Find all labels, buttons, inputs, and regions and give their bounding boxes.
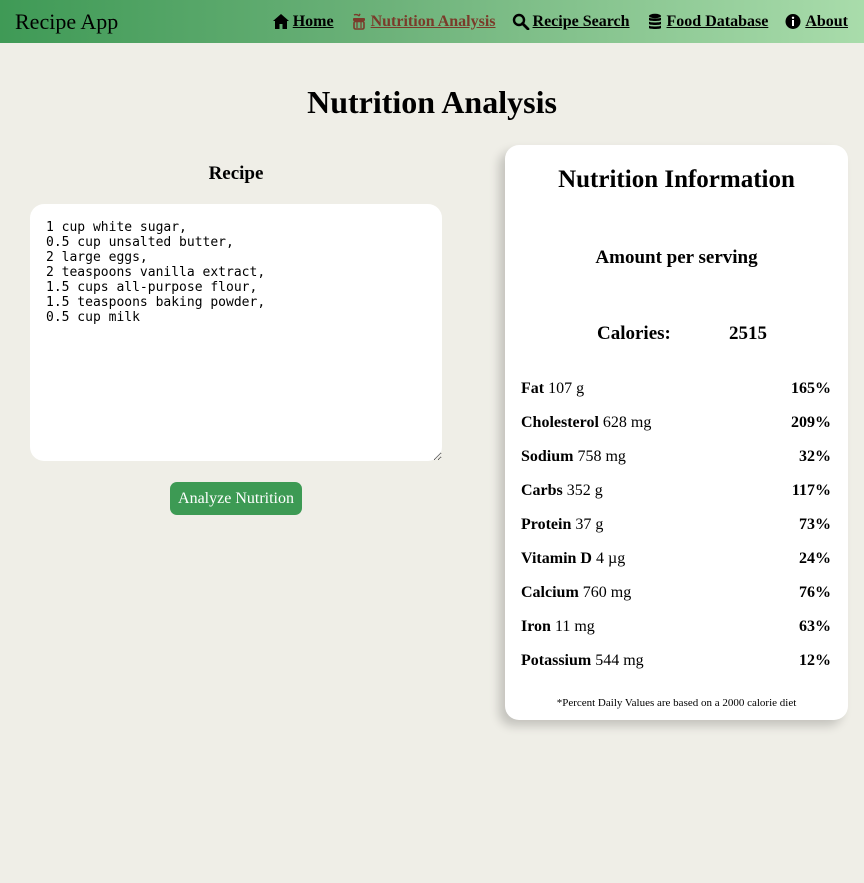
- nutrient-amount: 628 mg: [602, 414, 652, 431]
- nutrient-amount: 352 g: [566, 482, 603, 499]
- nutrient-amount: 758 mg: [577, 448, 626, 465]
- apple-icon: [350, 13, 368, 30]
- nutrient-name: Calcium: [521, 584, 579, 601]
- nutrient-daily-value: 76%: [799, 584, 831, 601]
- nutrient-amount: 760 mg: [582, 584, 632, 601]
- nutrient-list: Fat 107 g 165% Cholesterol 628 mg 209% S…: [521, 380, 831, 686]
- nutrient-amount: 107 g: [548, 380, 585, 397]
- nutrient-row: Protein 37 g 73%: [521, 516, 831, 550]
- daily-values-footnote: *Percent Daily Values are based on a 200…: [556, 697, 797, 709]
- nutrient-name: Cholesterol: [521, 414, 599, 431]
- nutrient-daily-value: 12%: [799, 652, 831, 669]
- calories-value: 2515: [729, 323, 767, 344]
- nav-link-label: Recipe Search: [532, 12, 630, 30]
- nav-link-recipe-search[interactable]: Recipe Search: [512, 13, 630, 31]
- nav-link-label: Food Database: [666, 12, 769, 30]
- nav-link-label: Home: [292, 12, 334, 30]
- serving-label: Amount per serving: [595, 247, 758, 268]
- navbar: Recipe App Home Nutrition Analysis Recip…: [0, 0, 864, 43]
- search-icon: [512, 13, 530, 30]
- info-icon: [784, 13, 802, 30]
- nutrition-card: Nutrition Information Amount per serving…: [505, 145, 848, 720]
- analyze-nutrition-button[interactable]: Analyze Nutrition: [170, 482, 302, 515]
- nutrient-row: Potassium 544 mg 12%: [521, 652, 831, 686]
- nav-link-label: About: [805, 12, 848, 30]
- nutrient-name: Carbs: [521, 482, 563, 499]
- nav-link-label: Nutrition Analysis: [370, 12, 496, 30]
- calories-label: Calories:: [597, 323, 671, 344]
- nutrient-name: Sodium: [521, 448, 574, 465]
- nav-link-about[interactable]: About: [784, 13, 848, 31]
- recipe-heading: Recipe: [208, 163, 264, 184]
- nutrient-name: Vitamin D: [521, 550, 592, 567]
- nav-link-food-database[interactable]: Food Database: [646, 12, 769, 31]
- nutrient-amount: 11 mg: [554, 618, 595, 635]
- nav-links: Home Nutrition Analysis Recipe Search Fo…: [272, 13, 848, 31]
- nutrient-daily-value: 63%: [799, 618, 831, 635]
- nutrient-daily-value: 73%: [799, 516, 831, 533]
- nutrient-row: Carbs 352 g 117%: [521, 482, 831, 516]
- nutrient-name: Fat: [521, 380, 545, 397]
- nutrient-daily-value: 117%: [791, 482, 831, 499]
- brand-logo[interactable]: Recipe App: [15, 9, 118, 35]
- nutrient-name: Iron: [521, 618, 551, 635]
- nutrient-amount: 4 µg: [595, 550, 626, 567]
- nav-link-nutrition-analysis[interactable]: Nutrition Analysis: [350, 13, 496, 31]
- nutrient-name: Potassium: [521, 652, 592, 669]
- nutrient-name: Protein: [521, 516, 572, 533]
- nutrient-amount: 37 g: [575, 516, 604, 533]
- nav-link-home[interactable]: Home: [272, 13, 334, 31]
- database-icon: [646, 13, 664, 30]
- nutrient-daily-value: 24%: [799, 550, 831, 567]
- nutrient-row: Sodium 758 mg 32%: [521, 448, 831, 482]
- calories-row: Calories: 2515: [597, 323, 767, 345]
- nutrient-row: Calcium 760 mg 76%: [521, 584, 831, 618]
- nutrition-title: Nutrition Information: [558, 166, 795, 193]
- page-title: Nutrition Analysis: [307, 84, 557, 120]
- nutrient-daily-value: 32%: [799, 448, 831, 465]
- nutrient-row: Cholesterol 628 mg 209%: [521, 414, 831, 448]
- nutrient-daily-value: 165%: [791, 380, 831, 397]
- nutrient-row: Iron 11 mg 63%: [521, 618, 831, 652]
- nutrient-amount: 544 mg: [595, 652, 644, 669]
- home-icon: [272, 13, 290, 30]
- nutrient-daily-value: 209%: [791, 414, 831, 431]
- nutrient-row: Vitamin D 4 µg 24%: [521, 550, 831, 584]
- nutrient-row: Fat 107 g 165%: [521, 380, 831, 414]
- recipe-input[interactable]: 1 cup white sugar, 0.5 cup unsalted butt…: [30, 204, 442, 461]
